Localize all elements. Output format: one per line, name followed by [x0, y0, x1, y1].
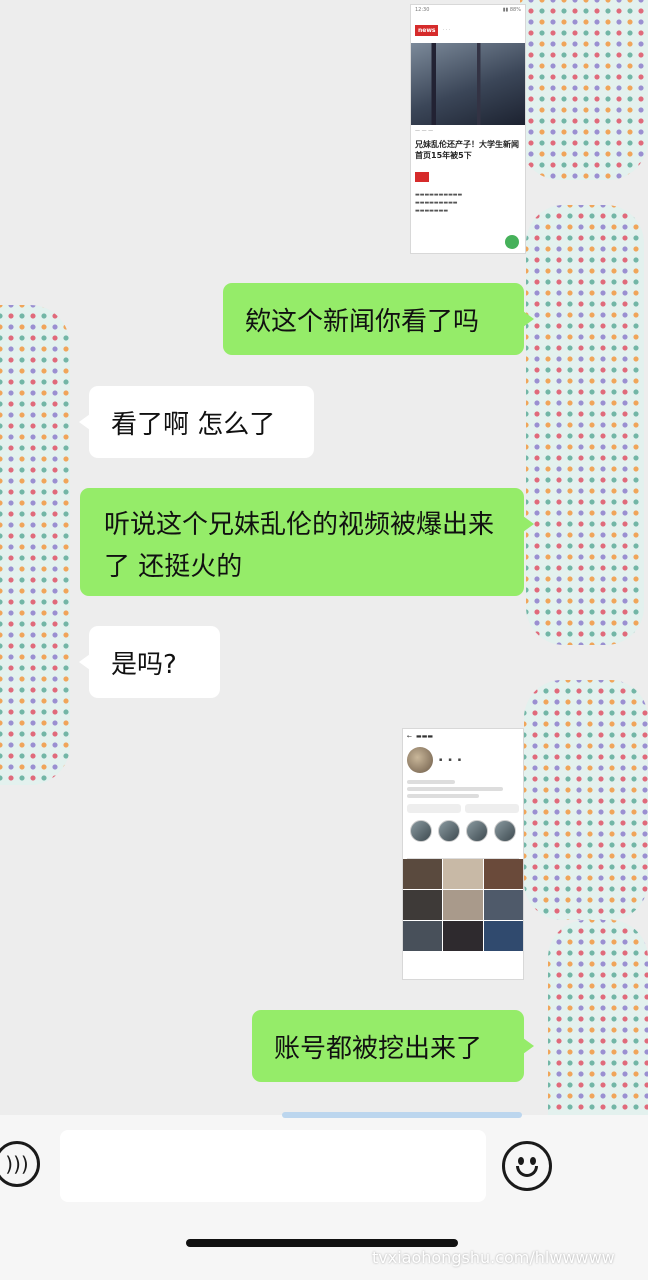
message-bubble-self[interactable]: 欸这个新闻你看了吗: [223, 283, 534, 355]
news-body: ▬▬▬▬▬▬▬▬▬▬ ▬▬▬▬▬▬▬▬▬ ▬▬▬▬▬▬▬: [415, 192, 463, 214]
message-input[interactable]: [60, 1130, 486, 1202]
profile-topbar: ← ▬▬▬: [407, 732, 434, 740]
profile-screenshot-image[interactable]: ← ▬▬▬ ▪ ▪ ▪: [402, 728, 524, 980]
profile-photo-grid: [403, 859, 523, 951]
privacy-mask: [524, 680, 648, 920]
privacy-mask: [520, 0, 648, 180]
profile-bio-line: [407, 794, 479, 798]
news-headline: 兄妹乱伦还产子！大学生新闻首页15年被5下: [415, 140, 519, 160]
share-icon: [505, 235, 519, 249]
message-bubble-self[interactable]: 听说这个兄妹乱伦的视频被爆出来了 还挺火的: [80, 488, 534, 596]
profile-bio-line: [407, 780, 455, 784]
profile-highlights: [403, 816, 523, 846]
privacy-mask: [526, 205, 644, 645]
news-meta: — — —: [415, 128, 434, 134]
home-indicator[interactable]: [186, 1239, 458, 1247]
message-bubble-other[interactable]: 看了啊 怎么了: [79, 386, 314, 458]
profile-buttons: [403, 801, 523, 816]
privacy-mask: [0, 305, 70, 785]
profile-bio-line: [407, 787, 503, 791]
quoted-message-strip: [282, 1112, 522, 1118]
emoji-icon[interactable]: [502, 1141, 552, 1191]
message-bubble-self[interactable]: 账号都被挖出来了: [252, 1010, 534, 1082]
profile-tabs: [407, 846, 519, 859]
news-tag: [415, 172, 430, 182]
profile-stats: ▪ ▪ ▪: [439, 757, 462, 763]
message-bubble-other[interactable]: 是吗?: [79, 626, 220, 698]
profile-header: ▪ ▪ ▪: [403, 743, 523, 777]
avatar: [407, 747, 433, 773]
watermark: tvxiaohongshu.com/hlwwwww: [372, 1248, 615, 1267]
status-bar: 12:30 ▮▮ 88%: [415, 7, 521, 13]
app-header: news · · ·: [411, 19, 525, 41]
news-photo: [411, 43, 525, 125]
news-screenshot-image[interactable]: 12:30 ▮▮ 88% news · · · — — — 兄妹乱伦还产子！大学生…: [410, 4, 526, 254]
news-logo: news: [415, 24, 439, 36]
